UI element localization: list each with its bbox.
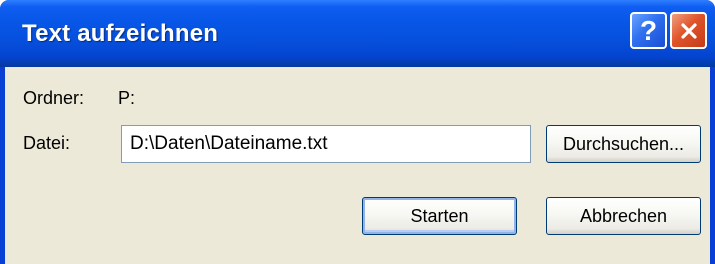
dialog-window: Text aufzeichnen ? Ordner: P: Datei: Dur… [0, 0, 715, 264]
help-icon: ? [639, 14, 658, 46]
close-button[interactable] [670, 12, 707, 49]
title-bar[interactable]: Text aufzeichnen ? [0, 0, 715, 67]
cancel-button[interactable]: Abbrechen [546, 197, 701, 235]
file-label: Datei: [23, 133, 71, 153]
folder-value: P: [118, 88, 136, 108]
close-icon [680, 22, 697, 39]
dialog-body: Ordner: P: Datei: Durchsuchen... Starten… [5, 67, 710, 264]
browse-button[interactable]: Durchsuchen... [546, 125, 701, 163]
start-button[interactable]: Starten [362, 197, 517, 235]
folder-label: Ordner: [23, 88, 85, 108]
help-button[interactable]: ? [630, 12, 667, 49]
window-title: Text aufzeichnen [22, 20, 219, 47]
file-path-input[interactable] [121, 125, 531, 163]
